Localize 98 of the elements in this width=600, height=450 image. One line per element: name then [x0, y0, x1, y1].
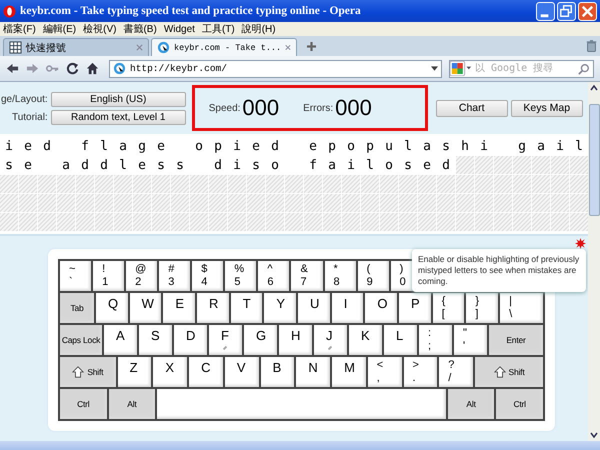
keyboard-key[interactable]: I: [330, 292, 364, 324]
keyboard-key[interactable]: N: [295, 356, 332, 388]
google-icon[interactable]: [450, 61, 472, 76]
menu-item[interactable]: 編輯(E): [42, 22, 76, 36]
dropdown-icon[interactable]: [431, 66, 438, 71]
home-icon[interactable]: [86, 62, 99, 75]
search-box[interactable]: 以 Google 搜尋: [449, 60, 594, 78]
trash-icon[interactable]: [586, 39, 597, 53]
keyboard-key[interactable]: K: [348, 324, 383, 356]
keyboard-key[interactable]: : ;: [418, 324, 453, 356]
browser-tab[interactable]: 快速撥號: [3, 38, 149, 56]
setting-button[interactable]: Random text, Level 1: [50, 110, 186, 124]
new-tab-icon[interactable]: [307, 42, 316, 51]
keyboard-key[interactable]: C: [188, 356, 224, 388]
keyboard-key[interactable]: > .: [402, 356, 438, 388]
vertical-scrollbar[interactable]: [588, 82, 600, 441]
stat-value: 000: [242, 95, 280, 121]
keyboard-key[interactable]: U: [297, 292, 331, 324]
keyboard-key[interactable]: * 8: [324, 260, 357, 292]
keyboard-key[interactable]: S: [138, 324, 173, 356]
keyboard-key[interactable]: & 7: [290, 260, 324, 292]
keyboard-key[interactable]: Z: [116, 356, 152, 388]
keyboard-key[interactable]: ~ `: [59, 260, 92, 292]
keyboard-key[interactable]: Enter: [488, 324, 544, 356]
keyboard-key[interactable]: $ 4: [191, 260, 224, 292]
stat-label: Speed:: [208, 102, 240, 114]
keyboard-key[interactable]: # 3: [158, 260, 192, 292]
stat-value: 000: [335, 95, 372, 121]
menu-item[interactable]: 檢視(V): [83, 22, 116, 36]
action-button[interactable]: Keys Map: [510, 100, 583, 116]
keyboard-key[interactable]: Ctrl: [59, 388, 108, 420]
keyboard-key[interactable]: J: [313, 324, 348, 356]
keyboard-key[interactable]: Caps Lock: [59, 324, 103, 356]
keyboard-key[interactable]: @ 2: [125, 260, 158, 292]
keyboard-key[interactable]: { [: [432, 292, 466, 324]
setting-label: ge/Layout:: [1, 94, 48, 104]
setting-button[interactable]: English (US): [50, 92, 186, 106]
horizontal-scrollbar[interactable]: [0, 441, 600, 450]
keyboard-key[interactable]: Shift: [59, 356, 117, 388]
opera-logo-icon: [3, 4, 16, 18]
keyboard-key[interactable]: ! 1: [92, 260, 126, 292]
keyboard-key[interactable]: X: [152, 356, 188, 388]
keyboard-key[interactable]: % 5: [224, 260, 258, 292]
menu-item[interactable]: 說明(H): [242, 22, 276, 36]
setting-label: Tutorial:: [12, 112, 48, 122]
keyboard-key[interactable]: B: [260, 356, 296, 388]
keyboard-key[interactable]: R: [196, 292, 230, 324]
tooltip: Enable or disable highlighting of previously mistyped letters to see when mistakes are coming.: [412, 249, 586, 292]
search-icon[interactable]: [578, 62, 590, 74]
address-field[interactable]: http://keybr.com/: [109, 60, 442, 78]
menu-item[interactable]: 工具(T): [202, 22, 235, 36]
keyboard-key[interactable]: < ,: [366, 356, 403, 388]
menu-item[interactable]: Widget: [164, 24, 195, 34]
space-key[interactable]: [156, 388, 447, 420]
globe-cursor-icon: [157, 41, 170, 54]
keyboard-key[interactable]: E: [162, 292, 196, 324]
keyboard-key[interactable]: H: [278, 324, 313, 356]
grid-icon: [9, 41, 22, 54]
keyboard-key[interactable]: Y: [263, 292, 298, 324]
menu-item[interactable]: 書籤(B): [123, 22, 157, 36]
keyboard-key[interactable]: M: [331, 356, 367, 388]
keyboard-key[interactable]: ( 9: [356, 260, 390, 292]
window-title: keybr.com - Take typing speed test and practice typing online - Opera: [20, 5, 362, 17]
close-icon[interactable]: [285, 44, 291, 51]
star-icon[interactable]: [575, 238, 586, 249]
forward-icon[interactable]: [26, 62, 39, 75]
keyboard-key[interactable]: W: [128, 292, 162, 324]
keyboard-key[interactable]: P: [398, 292, 432, 324]
keyboard-key[interactable]: Alt: [446, 388, 496, 420]
stat-label: Errors:: [303, 102, 334, 114]
minimize-icon[interactable]: [536, 2, 555, 20]
keyboard-key[interactable]: Ctrl: [495, 388, 544, 420]
keyboard-key[interactable]: T: [230, 292, 264, 324]
browser-tab[interactable]: keybr.com - Take t...: [151, 38, 297, 56]
reload-icon[interactable]: [66, 62, 79, 75]
keyboard-key[interactable]: O: [364, 292, 398, 324]
keyboard-key[interactable]: Shift: [474, 356, 544, 388]
keyboard-key[interactable]: " ': [453, 324, 488, 356]
shift-icon: [494, 366, 506, 378]
back-icon[interactable]: [6, 62, 19, 75]
keyboard-key[interactable]: G: [243, 324, 278, 356]
keyboard-key[interactable]: ? /: [438, 356, 474, 388]
globe-cursor-icon: [113, 62, 126, 75]
keyboard-key[interactable]: D: [173, 324, 208, 356]
keyboard-key[interactable]: | \: [499, 292, 544, 324]
action-button[interactable]: Chart: [436, 100, 508, 116]
restore-icon[interactable]: [557, 2, 576, 20]
keyboard-key[interactable]: } ]: [465, 292, 500, 324]
keyboard-key[interactable]: V: [224, 356, 260, 388]
menu-item[interactable]: 檔案(F): [3, 22, 36, 36]
keyboard-key[interactable]: L: [383, 324, 418, 356]
keyboard-key[interactable]: A: [103, 324, 138, 356]
keyboard-key[interactable]: Q: [95, 292, 129, 324]
keyboard-key[interactable]: ^ 6: [257, 260, 290, 292]
shift-icon: [72, 366, 84, 378]
keyboard-key[interactable]: Alt: [108, 388, 156, 420]
keyboard-key[interactable]: Tab: [59, 292, 95, 324]
keyboard-key[interactable]: F: [208, 324, 243, 356]
